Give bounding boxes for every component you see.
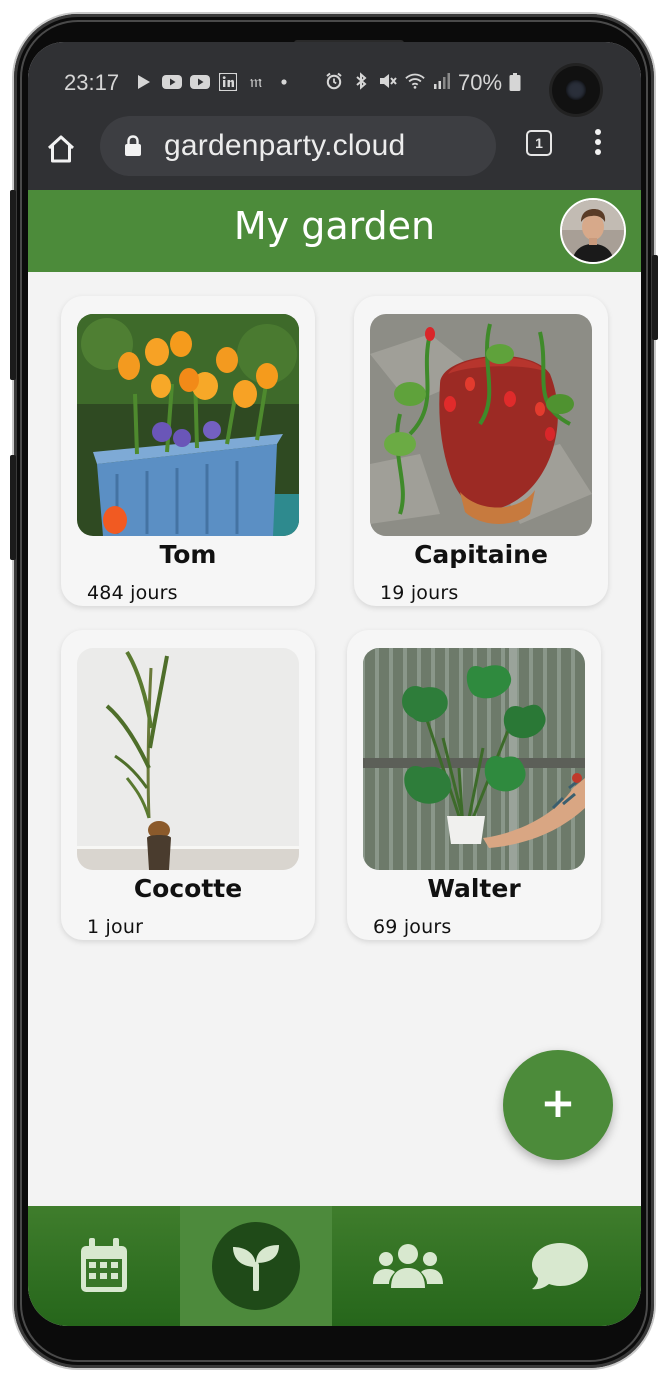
plant-photo-strawberry-pot: [370, 314, 592, 536]
plant-card-cocotte[interactable]: Cocotte 1 jour: [61, 630, 315, 940]
battery-icon: [505, 73, 525, 91]
alarm-icon: [324, 72, 344, 90]
chat-bubble-icon: [530, 1241, 590, 1291]
signal-icon: [432, 72, 452, 90]
nav-messages[interactable]: [484, 1206, 636, 1326]
plant-card-capitaine[interactable]: Capitaine 19 jours: [354, 296, 608, 606]
lock-icon: [125, 135, 141, 156]
users-icon: [373, 1242, 443, 1290]
add-plant-button[interactable]: +: [503, 1050, 613, 1160]
plant-photo-tulips: [77, 314, 299, 536]
plant-age: 1 jour: [87, 916, 144, 938]
plant-age: 69 jours: [373, 916, 452, 938]
plant-age: 19 jours: [380, 582, 459, 604]
youtube-icon: [190, 73, 210, 91]
url-text: gardenparty.cloud: [164, 129, 406, 162]
system-icons: [324, 72, 452, 90]
more-options-icon[interactable]: [590, 126, 606, 160]
notification-icons: 𝔪: [134, 72, 294, 92]
plant-card-walter[interactable]: Walter 69 jours: [347, 630, 601, 940]
youtube-icon: [162, 73, 182, 91]
home-button[interactable]: [46, 134, 82, 170]
plant-photo-monstera: [363, 648, 585, 870]
plant-name: Walter: [427, 874, 521, 903]
status-bar: 23:17 𝔪 70%: [28, 42, 641, 122]
nav-calendar[interactable]: [28, 1206, 180, 1326]
medium-icon: 𝔪: [249, 72, 263, 92]
nav-garden-highlight: [212, 1222, 300, 1310]
nav-garden[interactable]: [180, 1206, 332, 1326]
front-camera: [552, 66, 600, 114]
dot-icon: [274, 73, 294, 91]
app-header: My garden: [28, 190, 641, 272]
bottom-navigation: [28, 1206, 641, 1326]
plant-card-tom[interactable]: Tom 484 jours: [61, 296, 315, 606]
plant-age: 484 jours: [87, 582, 178, 604]
plant-name: Cocotte: [133, 874, 243, 903]
plus-icon: +: [540, 1078, 576, 1127]
nav-community[interactable]: [332, 1206, 484, 1326]
plant-name: Tom: [159, 540, 217, 569]
address-bar[interactable]: gardenparty.cloud: [100, 116, 496, 176]
battery-percentage: 70%: [458, 70, 503, 95]
avatar[interactable]: [560, 198, 626, 264]
power-button: [652, 255, 658, 340]
volume-button: [10, 190, 16, 380]
bluetooth-icon: [351, 72, 371, 90]
tab-switcher-button[interactable]: 1: [526, 130, 552, 156]
sprout-icon: [231, 1241, 281, 1291]
bixby-button: [10, 455, 16, 560]
page-title: My garden: [233, 204, 436, 248]
status-time: 23:17: [64, 70, 120, 95]
calendar-icon: [79, 1238, 129, 1294]
mute-icon: [378, 72, 398, 90]
browser-toolbar: gardenparty.cloud 1: [28, 116, 641, 190]
play-icon: [134, 73, 154, 91]
plant-photo-coconut-palm: [77, 648, 299, 870]
plant-name: Capitaine: [414, 540, 548, 569]
linkedin-icon: [218, 73, 238, 91]
wifi-icon: [405, 72, 425, 90]
phone-screen: 23:17 𝔪 70% gardenparty.cloud 1 My garde…: [28, 42, 641, 1326]
